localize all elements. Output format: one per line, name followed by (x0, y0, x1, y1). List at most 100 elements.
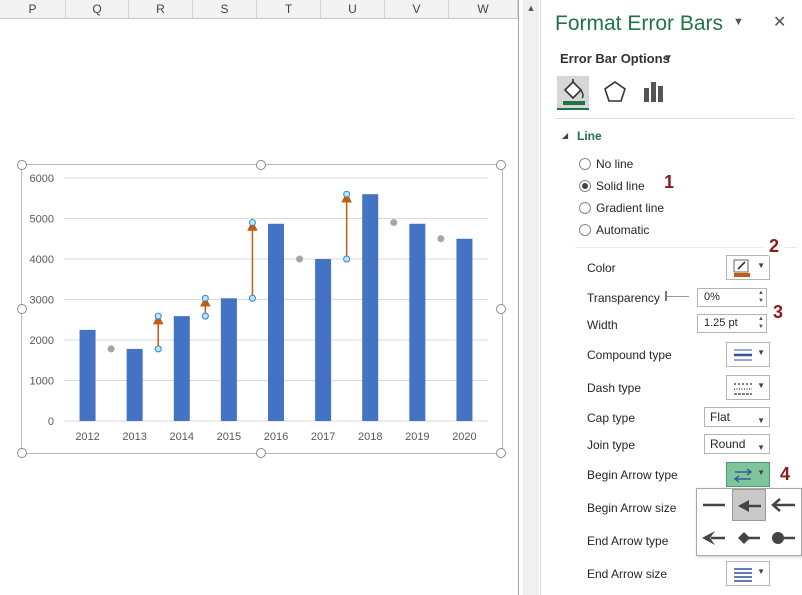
spinner-arrows-icon[interactable]: ▲ ▼ (758, 315, 764, 331)
vertical-scrollbar[interactable]: ▲ (523, 0, 539, 595)
divider (555, 118, 795, 119)
step-badge-2: 2 (763, 235, 785, 257)
x-tick-label: 2017 (311, 431, 335, 443)
cap-type-label: Cap type (587, 411, 636, 425)
worksheet-area[interactable]: P Q R S T U V W 0 1000 2000 3000 4000 5000 600… (0, 0, 518, 595)
begin-arrow-type-button[interactable]: ▼ (726, 462, 770, 487)
bar[interactable] (79, 329, 96, 421)
chevron-down-icon: ▼ (757, 468, 765, 477)
resize-handle-top-left[interactable] (17, 160, 27, 170)
scroll-up-arrow-icon[interactable]: ▲ (523, 0, 539, 16)
bar[interactable] (362, 194, 379, 421)
bar[interactable] (456, 238, 473, 421)
bar[interactable] (173, 316, 190, 421)
x-tick-label: 2016 (264, 431, 288, 443)
arrow-option-open[interactable] (767, 489, 801, 521)
marker-point (296, 255, 304, 263)
error-bar-handle (343, 255, 351, 263)
transparency-slider[interactable] (665, 296, 689, 297)
bar[interactable] (315, 259, 332, 421)
radio-label: Solid line (596, 179, 645, 193)
bar-chart-icon (644, 82, 663, 102)
radio-button-selected[interactable] (579, 180, 591, 192)
column-header-bar: P Q R S T U V W (0, 0, 518, 19)
marker-point (107, 345, 115, 353)
column-header-t[interactable]: T (257, 0, 321, 18)
column-header-u[interactable]: U (321, 0, 385, 18)
width-input[interactable]: 1.25 pt ▲ ▼ (697, 314, 767, 333)
arrow-option-none[interactable] (697, 489, 731, 521)
cap-type-select[interactable]: Flat ▼ (704, 407, 770, 427)
line-section-header[interactable]: Line (577, 129, 602, 143)
arrow-option-diamond[interactable] (732, 522, 766, 554)
join-type-label: Join type (587, 438, 636, 452)
column-header-p[interactable]: P (0, 0, 66, 18)
arrows-icon (733, 468, 753, 483)
compound-type-label: Compound type (587, 348, 672, 362)
effects-tab[interactable] (599, 76, 631, 108)
end-arrow-size-label: End Arrow size (587, 567, 668, 581)
resize-handle-bottom[interactable] (256, 448, 266, 458)
line-color-button[interactable]: ▼ (726, 255, 770, 280)
resize-handle-left[interactable] (17, 304, 27, 314)
fill-line-tab[interactable] (557, 76, 589, 110)
transparency-value: 0% (704, 291, 720, 303)
column-header-v[interactable]: V (385, 0, 449, 18)
column-header-s[interactable]: S (193, 0, 257, 18)
bar[interactable] (409, 223, 426, 421)
marker-point (390, 219, 398, 227)
compound-lines-icon (734, 349, 752, 361)
diamond-arrow-icon (738, 532, 760, 544)
column-header-w[interactable]: W (449, 0, 518, 18)
x-tick-label: 2013 (122, 431, 146, 443)
error-bar-options-tab[interactable] (637, 76, 669, 108)
transparency-input[interactable]: 0% ▲ ▼ (697, 288, 767, 307)
y-tick-label: 1000 (30, 376, 54, 388)
arrow-option-oval[interactable] (767, 522, 801, 554)
compound-type-button[interactable]: ▼ (726, 342, 770, 367)
radio-solid-line[interactable]: Solid line (579, 179, 645, 193)
end-arrow-type-label: End Arrow type (587, 534, 669, 548)
resize-handle-bottom-right[interactable] (496, 448, 506, 458)
radio-button[interactable] (579, 202, 591, 214)
spinner-arrows-icon[interactable]: ▲ ▼ (758, 289, 764, 305)
bar[interactable] (126, 348, 143, 421)
error-bar-handle (201, 294, 209, 302)
pane-title: Format Error Bars (555, 12, 724, 35)
chart-area[interactable]: 0 1000 2000 3000 4000 5000 6000 2012 2013 2014 201… (21, 164, 503, 454)
resize-handle-top-right[interactable] (496, 160, 506, 170)
column-header-q[interactable]: Q (66, 0, 129, 18)
close-icon[interactable]: ✕ (773, 12, 786, 32)
resize-handle-bottom-left[interactable] (17, 448, 27, 458)
radio-gradient-line[interactable]: Gradient line (579, 201, 664, 215)
chevron-down-icon: ▼ (757, 381, 765, 390)
error-bar-handle (248, 294, 256, 302)
color-label: Color (587, 261, 616, 275)
radio-no-line[interactable]: No line (579, 157, 633, 171)
radio-label: Gradient line (596, 201, 665, 215)
column-header-r[interactable]: R (129, 0, 193, 18)
x-tick-label: 2012 (75, 431, 99, 443)
arrow-option-triangle[interactable] (732, 489, 766, 521)
radio-button[interactable] (579, 158, 591, 170)
radio-label: Automatic (596, 223, 650, 237)
join-type-select[interactable]: Round ▼ (704, 434, 770, 454)
task-pane-options-icon[interactable]: ▼ (733, 16, 744, 28)
collapse-triangle-icon[interactable]: ◢ (562, 131, 568, 140)
bar[interactable] (220, 298, 237, 421)
dash-type-button[interactable]: ▼ (726, 375, 770, 400)
arrow-option-stealth[interactable] (697, 522, 731, 554)
radio-button[interactable] (579, 224, 591, 236)
open-arrow-icon (771, 498, 795, 512)
error-bar-options-menu[interactable]: Error Bar Options (560, 51, 670, 66)
radio-automatic[interactable]: Automatic (579, 223, 649, 237)
end-arrow-size-button[interactable]: ▼ (726, 561, 770, 586)
slider-handle[interactable] (665, 291, 667, 301)
resize-handle-right[interactable] (496, 304, 506, 314)
begin-arrow-type-label: Begin Arrow type (587, 468, 678, 482)
chart-plot[interactable]: 0 1000 2000 3000 4000 5000 6000 2012 2013 2014 201… (22, 165, 502, 453)
resize-handle-top[interactable] (256, 160, 266, 170)
dash-lines-icon (734, 383, 752, 395)
chevron-down-icon[interactable]: ▼ (663, 53, 673, 64)
bar[interactable] (268, 223, 284, 421)
